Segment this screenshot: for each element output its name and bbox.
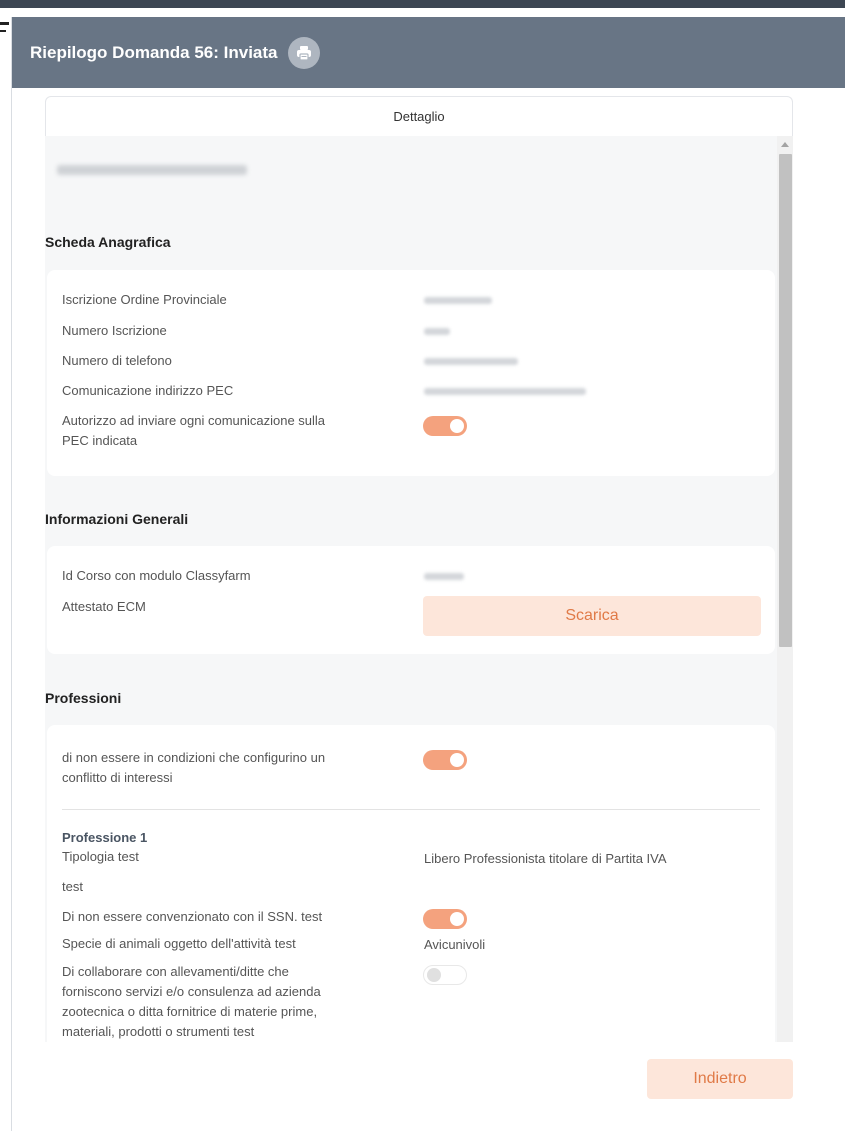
value-numero-telefono [424, 358, 518, 365]
label-conflitto-interessi: di non essere in condizioni che configur… [62, 748, 325, 788]
modal-title: Riepilogo Domanda 56: Inviata [30, 42, 278, 62]
label-numero-telefono: Numero di telefono [62, 353, 172, 368]
tab-dettaglio[interactable]: Dettaglio [45, 96, 793, 136]
label-test: test [62, 879, 83, 894]
toggle-autorizzo-pec[interactable] [423, 416, 467, 436]
tab-label: Dettaglio [393, 109, 445, 124]
divider [62, 809, 760, 810]
background-glyph [0, 30, 6, 32]
scroll-up-arrow-icon[interactable] [781, 142, 789, 147]
label-line: di non essere in condizioni che configur… [62, 750, 326, 765]
value-numero-iscrizione [424, 328, 450, 335]
printer-icon [296, 45, 311, 61]
toggle-conflitto-interessi[interactable] [423, 750, 467, 770]
scroll-thumb[interactable] [779, 154, 792, 647]
label-ssn: Di non essere convenzionato con il SSN. … [62, 909, 323, 924]
print-button[interactable] [287, 36, 320, 69]
toggle-ssn[interactable] [423, 909, 467, 929]
professione-title: Professione 1 [62, 830, 148, 845]
label-line: Autorizzo ad inviare ogni comunicazione … [62, 413, 326, 428]
value-specie-animali: Avicunivoli [424, 937, 486, 952]
label-iscrizione-ordine: Iscrizione Ordine Provinciale [62, 292, 227, 307]
value-tipologia: Libero Professionista titolare di Partit… [424, 851, 667, 866]
background-page-edge [0, 8, 11, 1131]
modal-header: Riepilogo Domanda 56: Inviata [12, 17, 845, 88]
card-scheda-anagrafica: Iscrizione Ordine Provinciale Numero Isc… [47, 270, 775, 476]
download-attestato-button[interactable]: Scarica [423, 596, 761, 636]
section-title-scheda-anagrafica: Scheda Anagrafica [45, 234, 171, 250]
toggle-collabora-allevamenti[interactable] [423, 965, 467, 985]
value-iscrizione-ordine [424, 297, 492, 304]
label-autorizzo-pec: Autorizzo ad inviare ogni comunicazione … [62, 411, 325, 451]
label-numero-iscrizione: Numero Iscrizione [62, 323, 167, 338]
section-title-professioni: Professioni [45, 690, 122, 706]
content-scrollbar[interactable] [777, 136, 793, 1042]
label-pec: Comunicazione indirizzo PEC [62, 383, 234, 398]
label-line: Di collaborare con allevamenti/ditte che [62, 964, 289, 979]
card-informazioni-generali: Id Corso con modulo Classyfarm Attestato… [47, 546, 775, 654]
section-title-informazioni-generali: Informazioni Generali [45, 511, 189, 527]
label-specie-animali: Specie di animali oggetto dell'attività … [62, 936, 296, 951]
label-collabora-allevamenti: Di collaborare con allevamenti/ditte che… [62, 962, 321, 1042]
card-professioni: di non essere in condizioni che configur… [47, 725, 775, 1042]
content-panel: Scheda Anagrafica Iscrizione Ordine Prov… [45, 136, 777, 1042]
value-id-corso [424, 573, 464, 580]
value-pec [424, 388, 586, 395]
label-line: materiali, prodotti o strumenti test [62, 1024, 255, 1039]
label-line: conflitto di interessi [62, 770, 173, 785]
label-line: forniscono servizi e/o consulenza ad azi… [62, 984, 321, 999]
label-line: zootecnica o ditta fornitrice di materie… [62, 1004, 318, 1019]
label-attestato-ecm: Attestato ECM [62, 599, 146, 614]
window-top-strip [0, 0, 845, 8]
back-button[interactable]: Indietro [647, 1059, 793, 1099]
label-id-corso: Id Corso con modulo Classyfarm [62, 568, 251, 583]
background-glyph [0, 22, 9, 25]
label-tipologia: Tipologia test [62, 849, 139, 864]
person-name [57, 165, 247, 175]
label-line: PEC indicata [62, 433, 138, 448]
